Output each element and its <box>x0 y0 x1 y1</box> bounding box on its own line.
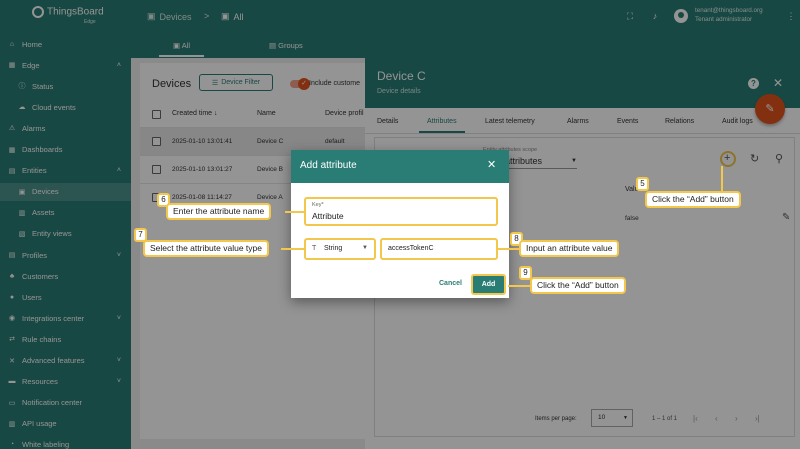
add-button[interactable]: Add <box>471 274 506 295</box>
close-icon[interactable]: ✕ <box>487 158 496 171</box>
dialog-title: Add attribute <box>300 160 357 171</box>
chevron-down-icon: ▼ <box>362 245 368 251</box>
add-attribute-dialog: Add attribute ✕ Key* Attribute T String … <box>291 150 509 298</box>
callout-7: Select the attribute value type <box>143 240 269 257</box>
connector <box>508 285 531 287</box>
text-type-icon: T <box>312 245 317 252</box>
value-type-select[interactable]: T String ▼ <box>304 238 376 260</box>
attribute-key-input[interactable]: Key* Attribute <box>304 197 498 226</box>
connector <box>285 211 304 213</box>
callout-9: Click the “Add” button <box>530 277 626 294</box>
dialog-header: Add attribute ✕ <box>291 150 509 183</box>
callout-8: Input an attribute value <box>519 240 620 257</box>
key-label: Key* <box>312 202 324 208</box>
key-value: Attribute <box>312 211 344 221</box>
connector <box>721 166 723 191</box>
type-value: String <box>324 245 343 252</box>
callout-5: Click the “Add” button <box>645 191 741 208</box>
callout-6: Enter the attribute name <box>166 203 272 220</box>
cancel-button[interactable]: Cancel <box>439 280 462 287</box>
step-badge-5: 5 <box>636 177 649 191</box>
connector <box>281 248 304 250</box>
connector <box>497 248 520 250</box>
value-text: accessTokenC <box>388 245 434 252</box>
attribute-value-input[interactable]: accessTokenC <box>380 238 498 260</box>
